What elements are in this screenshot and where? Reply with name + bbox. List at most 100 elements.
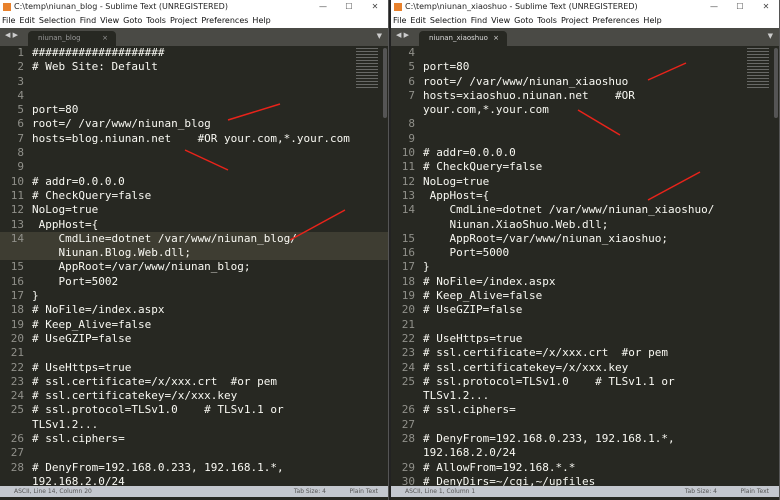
line-number: 1	[17, 46, 24, 59]
line-number: 15	[401, 231, 415, 245]
nav-arrows-icon[interactable]: ◀ ▶	[396, 31, 409, 39]
code-editor[interactable]: 1 #################### 2 # Web Site: Defaul…	[0, 46, 388, 487]
code-line: 16 Port=5002	[0, 275, 388, 289]
menu-item-edit[interactable]: Edit	[410, 14, 426, 28]
tab-niunan_blog[interactable]: niunan_blog ×	[28, 31, 116, 46]
menu-item-preferences[interactable]: Preferences	[201, 14, 248, 28]
minimize-button[interactable]: —	[310, 0, 336, 14]
line-number: 2	[17, 60, 24, 74]
line-number: 16	[10, 274, 24, 288]
app-icon	[3, 3, 11, 11]
close-button[interactable]: ✕	[753, 0, 779, 14]
status-syntax[interactable]: Plain Text	[350, 486, 378, 497]
tab-bar: ◀ ▶ niunan_blog × ▼	[0, 28, 388, 46]
maximize-button[interactable]: ☐	[336, 0, 362, 14]
scrollbar[interactable]	[774, 48, 778, 118]
code-editor[interactable]: 4 5 port=80 6 root=/ /var/www/niunan_xiaoshu…	[391, 46, 779, 487]
tab-dropdown-icon[interactable]: ▼	[768, 32, 773, 40]
line-number: 22	[401, 331, 415, 345]
maximize-button[interactable]: ☐	[727, 0, 753, 14]
line-text: # DenyFrom=192.168.0.233, 192.168.1.*,	[423, 432, 675, 446]
minimize-button[interactable]: —	[701, 0, 727, 14]
line-number: 13	[10, 217, 24, 231]
line-number: 12	[401, 174, 415, 188]
menu-item-view[interactable]: View	[100, 14, 119, 28]
minimap[interactable]	[747, 48, 769, 88]
line-text: # UseHttps=true	[32, 360, 132, 374]
code-line: 21	[0, 346, 388, 360]
line-number: 26	[401, 403, 415, 417]
line-text: # addr=0.0.0.0	[32, 174, 125, 188]
window-title: C:\temp\niunan_blog - Sublime Text (UNRE…	[14, 2, 228, 11]
line-number: 29	[401, 460, 415, 474]
line-text: # ssl.protocol=TLSv1.0 # TLSv1.1 or	[423, 374, 675, 388]
line-number: 28	[10, 460, 24, 474]
code-line: 23 # ssl.certificate=/x/xxx.crt #or pem	[0, 375, 388, 389]
code-line: 28 # DenyFrom=192.168.0.233, 192.168.1.*,	[0, 461, 388, 475]
menu-item-tools[interactable]: Tools	[537, 14, 557, 28]
line-text: CmdLine=dotnet /var/www/niunan_xiaoshuo/	[423, 203, 715, 217]
scrollbar[interactable]	[383, 48, 387, 118]
menu-item-file[interactable]: File	[2, 14, 15, 28]
code-line: 15 AppRoot=/var/www/niunan_xiaoshuo;	[391, 232, 779, 246]
line-text: # ssl.ciphers=	[32, 432, 125, 446]
code-line: TLSv1.2...	[391, 389, 779, 403]
code-line: 26 # ssl.ciphers=	[391, 403, 779, 417]
status-tab-size[interactable]: Tab Size: 4	[294, 486, 326, 497]
code-line: 25 # ssl.protocol=TLSv1.0 # TLSv1.1 or	[391, 375, 779, 389]
status-tab-size[interactable]: Tab Size: 4	[685, 486, 717, 497]
menu-item-view[interactable]: View	[491, 14, 510, 28]
line-number: 11	[10, 188, 24, 202]
line-number: 20	[401, 303, 415, 317]
menu-item-project[interactable]: Project	[561, 14, 588, 28]
code-line: 4	[391, 46, 779, 60]
menu-item-selection[interactable]: Selection	[430, 14, 467, 28]
line-number: 21	[401, 317, 415, 331]
menu-item-project[interactable]: Project	[170, 14, 197, 28]
menu-item-find[interactable]: Find	[80, 14, 96, 28]
code-line: 13 AppHost={	[0, 218, 388, 232]
line-text: Port=5002	[32, 274, 119, 288]
tab-close-icon[interactable]: ×	[102, 31, 108, 46]
code-line: 2 # Web Site: Default	[0, 60, 388, 74]
line-number: 21	[10, 346, 24, 360]
line-text: # ssl.certificate=/x/xxx.crt #or pem	[423, 346, 669, 360]
code-line: 20 # UseGZIP=false	[0, 332, 388, 346]
tab-niunan_xiaoshuo[interactable]: niunan_xiaoshuo ×	[419, 31, 507, 46]
menu-item-find[interactable]: Find	[471, 14, 487, 28]
line-text: # DenyFrom=192.168.0.233, 192.168.1.*,	[32, 460, 284, 474]
close-button[interactable]: ✕	[362, 0, 388, 14]
menu-item-help[interactable]: Help	[252, 14, 270, 28]
line-number: 27	[10, 446, 24, 460]
tab-dropdown-icon[interactable]: ▼	[377, 32, 382, 40]
line-number: 23	[401, 346, 415, 360]
minimap[interactable]	[356, 48, 378, 88]
nav-arrows-icon[interactable]: ◀ ▶	[5, 31, 18, 39]
menu-item-file[interactable]: File	[393, 14, 406, 28]
code-line: 11 # CheckQuery=false	[391, 160, 779, 174]
menu-item-help[interactable]: Help	[643, 14, 661, 28]
tab-close-icon[interactable]: ×	[493, 31, 499, 46]
menu-item-edit[interactable]: Edit	[19, 14, 35, 28]
menu-item-goto[interactable]: Goto	[123, 14, 142, 28]
code-line: 5 port=80	[391, 60, 779, 74]
tab-label: niunan_blog	[38, 34, 81, 42]
line-number: 6	[17, 117, 24, 131]
status-syntax[interactable]: Plain Text	[741, 486, 769, 497]
line-text: # ssl.ciphers=	[423, 403, 516, 417]
line-text: # AllowFrom=192.168.*.*	[423, 460, 576, 474]
code-line: 17}	[0, 289, 388, 303]
line-number: 7	[408, 88, 415, 102]
menu-item-goto[interactable]: Goto	[514, 14, 533, 28]
line-text: TLSv1.2...	[423, 389, 490, 403]
menu-item-tools[interactable]: Tools	[146, 14, 166, 28]
code-line: 13 AppHost={	[391, 189, 779, 203]
menu-item-selection[interactable]: Selection	[39, 14, 76, 28]
line-text: # ssl.certificatekey=/x/xxx.key	[423, 360, 629, 374]
code-line: 18 # NoFile=/index.aspx	[0, 303, 388, 317]
line-text: hosts=xiaoshuo.niunan.net #OR	[423, 88, 635, 102]
code-line: 16 Port=5000	[391, 246, 779, 260]
line-text: # UseGZIP=false	[32, 331, 132, 345]
menu-item-preferences[interactable]: Preferences	[592, 14, 639, 28]
line-text: # CheckQuery=false	[32, 188, 152, 202]
